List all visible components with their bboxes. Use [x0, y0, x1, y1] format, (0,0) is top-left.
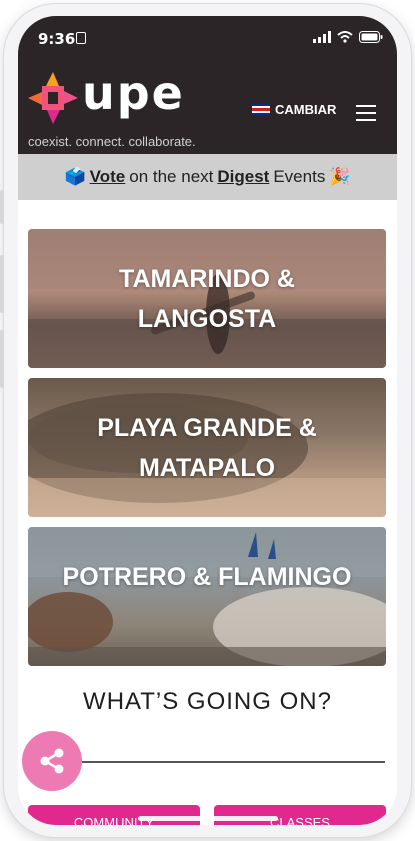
share-icon: [40, 748, 64, 774]
section-divider: [58, 761, 385, 763]
upe-logo-icon[interactable]: [28, 72, 78, 124]
screen: 9:36 upe coexist. connect. collaborate. …: [18, 16, 397, 825]
side-button: [0, 255, 4, 313]
status-bar: 9:36: [18, 16, 397, 62]
region-card-tamarindo[interactable]: TAMARINDO & LANGOSTA: [28, 229, 386, 368]
signal-icon: [313, 31, 331, 43]
announcement-banner[interactable]: 🗳️ Vote on the next Digest Events 🎉: [18, 154, 397, 200]
vote-link[interactable]: Vote: [90, 167, 126, 187]
section-title: WHAT’S GOING ON?: [83, 688, 332, 715]
side-button: [0, 330, 4, 388]
hamburger-menu-icon[interactable]: [356, 105, 376, 121]
digest-link[interactable]: Digest: [217, 167, 269, 187]
region-card-playa-grande[interactable]: PLAYA GRANDE & MATAPALO: [28, 378, 386, 517]
tab-community[interactable]: COMMUNITY: [28, 805, 200, 825]
wifi-icon: [337, 31, 353, 43]
card-title: TAMARINDO & LANGOSTA: [119, 264, 295, 333]
battery-icon: [359, 31, 383, 43]
sim-icon: [76, 32, 86, 44]
party-popper-icon: 🎉: [329, 167, 351, 186]
home-indicator[interactable]: [138, 816, 278, 821]
site-header: upe coexist. connect. collaborate. CAMBI…: [18, 62, 397, 154]
banner-text-end: Events: [273, 167, 326, 186]
language-switch-label: CAMBIAR: [275, 102, 337, 117]
ballot-box-icon: 🗳️: [64, 167, 86, 186]
banner-text: on the next: [129, 167, 214, 186]
status-icons: [313, 31, 383, 43]
tab-classes-label: CLASSES: [270, 815, 330, 825]
share-button[interactable]: [22, 731, 82, 791]
costa-rica-flag-icon: [252, 104, 270, 115]
region-card-potrero[interactable]: POTRERO & FLAMINGO: [28, 527, 386, 666]
tab-classes[interactable]: CLASSES: [214, 805, 386, 825]
card-title: PLAYA GRANDE & MATAPALO: [97, 413, 317, 482]
logo-text[interactable]: upe: [82, 66, 185, 120]
language-switch-button[interactable]: CAMBIAR: [252, 102, 336, 117]
side-button: [0, 190, 4, 224]
card-title: POTRERO & FLAMINGO: [62, 563, 352, 591]
tagline: coexist. connect. collaborate.: [28, 134, 196, 149]
status-time: 9:36: [38, 30, 76, 48]
